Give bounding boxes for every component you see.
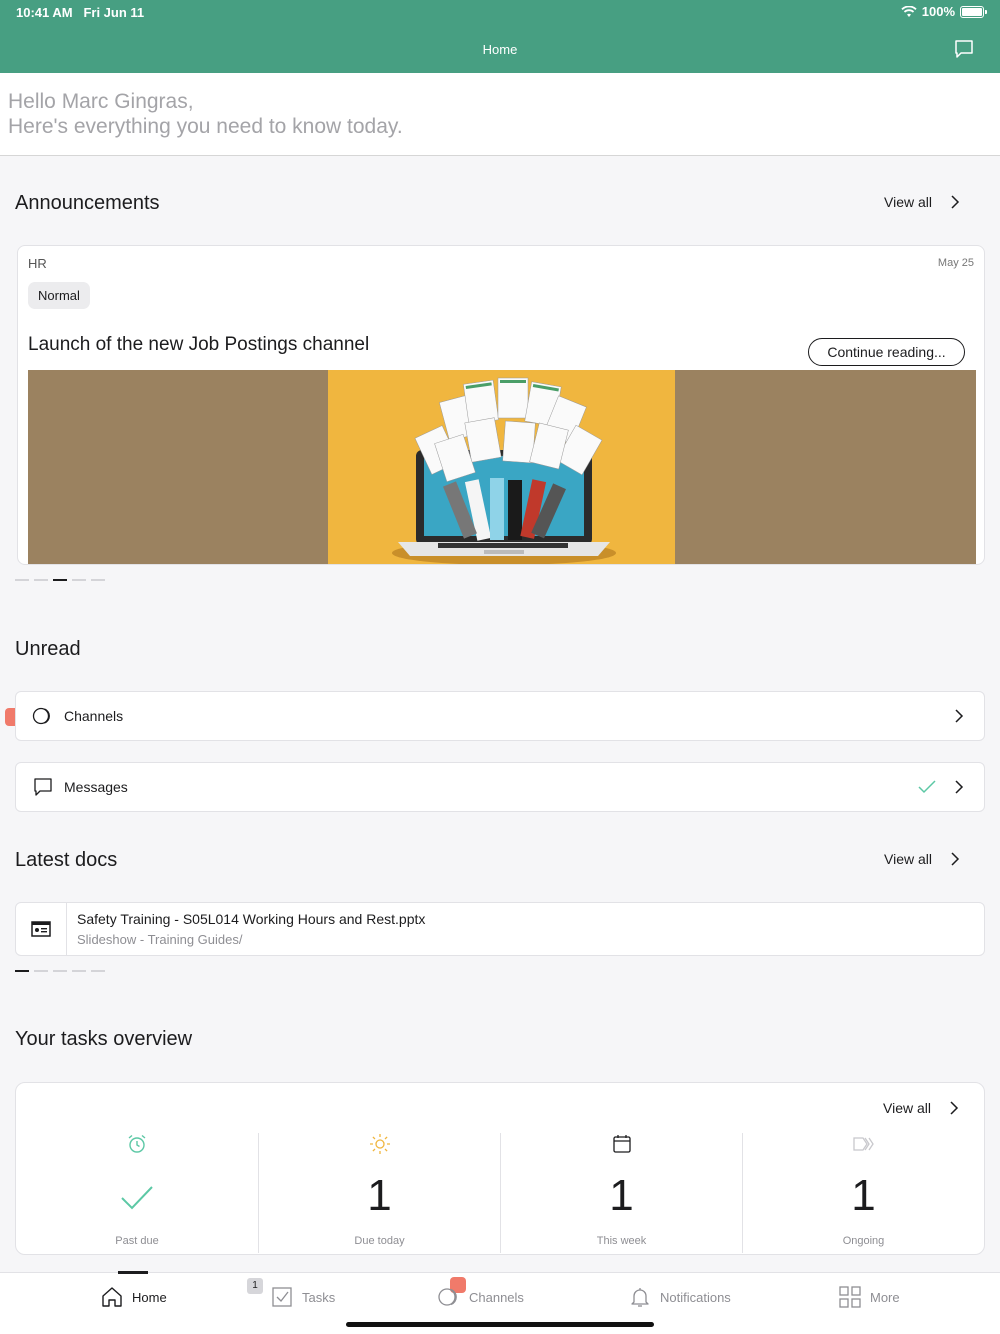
tasks-view-all[interactable]: View all	[883, 1100, 959, 1116]
pager-dot[interactable]	[53, 970, 67, 972]
task-due-today[interactable]: 1 Due today	[258, 1133, 500, 1253]
job-postings-illustration	[328, 370, 675, 564]
home-indicator	[346, 1322, 654, 1327]
tab-channels-label: Channels	[469, 1289, 524, 1305]
announcement-department: HR	[28, 256, 47, 271]
tab-notifications-label: Notifications	[660, 1289, 731, 1305]
unread-title: Unread	[15, 638, 81, 660]
tasks-icon	[272, 1287, 292, 1307]
channels-icon	[32, 707, 50, 725]
calendar-icon	[613, 1135, 631, 1153]
task-this-week[interactable]: 1 This week	[500, 1133, 742, 1253]
past-due-label: Past due	[115, 1235, 159, 1247]
due-today-label: Due today	[354, 1235, 405, 1247]
announcement-headline: Launch of the new Job Postings channel	[28, 334, 370, 355]
priority-badge: Normal	[28, 282, 90, 309]
tasks-badge: 1	[247, 1278, 263, 1294]
battery-icon	[960, 5, 987, 18]
progress-icon	[853, 1137, 874, 1151]
pager-dot[interactable]	[15, 579, 29, 581]
greeting-line-1: Hello Marc Gingras,	[8, 90, 194, 113]
chevron-right-icon	[951, 852, 960, 866]
doc-name: Safety Training - S05L014 Working Hours …	[77, 911, 426, 927]
status-time: 10:41 AM Fri Jun 11	[16, 5, 144, 20]
checkmark-icon	[121, 1186, 153, 1210]
tab-tasks-label: Tasks	[302, 1289, 336, 1305]
greeting-banner: Hello Marc Gingras, Here's everything yo…	[0, 73, 1000, 156]
due-today-count: 1	[367, 1171, 392, 1220]
pager-dot[interactable]	[53, 579, 67, 581]
doc-subtitle: Slideshow - Training Guides/	[77, 932, 243, 947]
tasks-overview-title: Your tasks overview	[15, 1028, 193, 1050]
announcement-image	[28, 370, 976, 564]
view-all-label: View all	[883, 1100, 931, 1116]
announcement-card[interactable]: HR May 25 Normal Launch of the new Job P…	[17, 245, 985, 565]
chevron-right-icon	[955, 709, 964, 723]
pager-dot[interactable]	[34, 970, 48, 972]
battery-percent: 100%	[921, 4, 955, 19]
tab-more[interactable]: More	[838, 1283, 900, 1311]
tab-tasks[interactable]: Tasks	[270, 1283, 335, 1311]
pager-dot[interactable]	[72, 579, 86, 581]
tab-home[interactable]: Home	[100, 1283, 167, 1311]
messages-label: Messages	[64, 779, 128, 795]
checkmark-icon	[918, 780, 936, 794]
announcements-view-all[interactable]: View all	[884, 194, 960, 210]
alarm-icon	[128, 1134, 146, 1153]
top-bar: 10:41 AM Fri Jun 11 100% Home	[0, 0, 1000, 73]
this-week-count: 1	[609, 1171, 634, 1220]
doc-icon-container	[16, 903, 67, 955]
unread-channels-row[interactable]: Channels	[15, 691, 985, 741]
wifi-icon	[901, 5, 917, 17]
chat-icon[interactable]	[954, 39, 974, 59]
sun-icon	[370, 1134, 390, 1154]
chevron-right-icon	[955, 780, 964, 794]
docs-pager[interactable]	[15, 970, 105, 972]
greeting-line-2: Here's everything you need to know today…	[8, 115, 403, 138]
status-time-text: 10:41 AM	[16, 5, 73, 20]
tab-notifications[interactable]: Notifications	[628, 1283, 731, 1311]
tab-home-label: Home	[132, 1289, 167, 1305]
announcements-title: Announcements	[15, 192, 160, 214]
this-week-label: This week	[596, 1235, 647, 1247]
tab-bar: Home 1 Tasks Channels Notifications More	[0, 1271, 1000, 1334]
pager-dot[interactable]	[91, 579, 105, 581]
continue-reading-button[interactable]: Continue reading...	[808, 338, 965, 366]
view-all-label: View all	[884, 194, 932, 210]
active-tab-indicator	[118, 1271, 148, 1274]
task-ongoing[interactable]: 1 Ongoing	[742, 1133, 984, 1253]
task-past-due[interactable]: Past due	[16, 1133, 258, 1253]
pager-dot[interactable]	[15, 970, 29, 972]
doc-item[interactable]: Safety Training - S05L014 Working Hours …	[15, 902, 985, 956]
ongoing-count: 1	[851, 1171, 876, 1220]
status-indicators: 100%	[901, 4, 987, 19]
announcements-pager[interactable]	[15, 579, 105, 581]
unread-messages-row[interactable]: Messages	[15, 762, 985, 812]
message-icon	[34, 778, 52, 796]
home-icon	[102, 1287, 122, 1307]
pager-dot[interactable]	[91, 970, 105, 972]
latest-docs-title: Latest docs	[15, 849, 118, 871]
channels-icon	[438, 1288, 457, 1306]
slideshow-icon	[31, 921, 51, 937]
grid-icon	[839, 1286, 861, 1308]
page-title: Home	[482, 42, 518, 57]
view-all-label: View all	[884, 851, 932, 867]
chevron-right-icon	[951, 195, 960, 209]
chevron-right-icon	[950, 1101, 959, 1115]
ongoing-label: Ongoing	[842, 1235, 885, 1247]
tab-channels[interactable]: Channels	[437, 1283, 524, 1311]
tasks-overview-card: View all Past due 1 Due today 1 This wee…	[15, 1082, 985, 1255]
bell-icon	[631, 1288, 649, 1307]
latest-docs-view-all[interactable]: View all	[884, 851, 960, 867]
announcement-date: May 25	[937, 257, 974, 269]
status-date-text: Fri Jun 11	[83, 5, 145, 20]
pager-dot[interactable]	[34, 579, 48, 581]
channels-label: Channels	[64, 708, 124, 724]
pager-dot[interactable]	[72, 970, 86, 972]
tab-more-label: More	[870, 1289, 900, 1305]
